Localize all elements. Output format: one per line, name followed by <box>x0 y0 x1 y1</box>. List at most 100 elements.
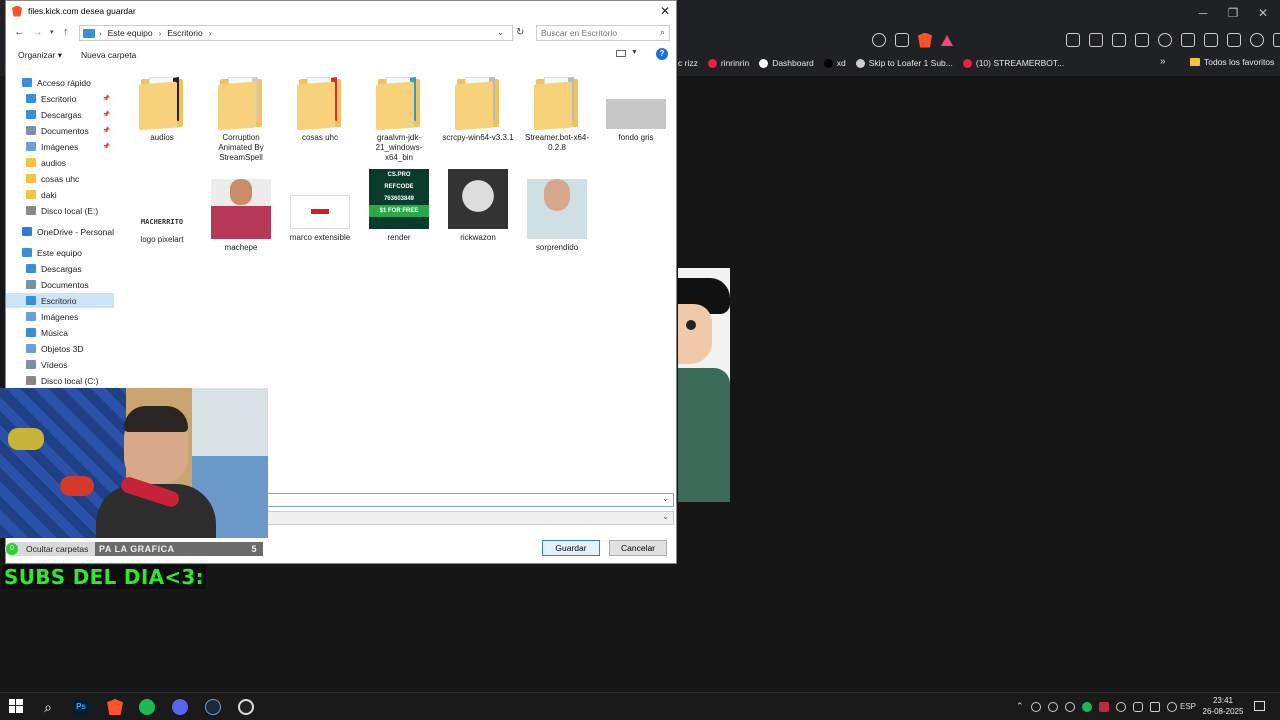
up-arrow-icon[interactable]: ↑ <box>63 26 69 38</box>
volume-icon[interactable] <box>1166 701 1177 712</box>
refresh-icon[interactable]: ↻ <box>516 27 524 38</box>
file-item[interactable]: CS.PRO REFCODE 763603849 $1 FOR FREE render <box>363 169 435 243</box>
network-icon[interactable] <box>1149 701 1160 712</box>
brave-shields-icon[interactable] <box>918 32 932 48</box>
tray-app-icon[interactable] <box>1030 701 1041 712</box>
sidebar-item[interactable]: Imágenes 📌 <box>6 139 114 154</box>
new-folder-button[interactable]: Nueva carpeta <box>81 50 136 60</box>
photoshop-icon[interactable]: Ps <box>73 699 89 715</box>
bookmark-item[interactable]: rinrinrin <box>707 58 749 68</box>
brave-taskbar-icon[interactable] <box>107 699 123 715</box>
sidebar-item[interactable]: Objetos 3D <box>6 341 114 356</box>
bookmark-item[interactable]: xd <box>823 58 846 68</box>
all-favorites-folder[interactable]: Todos los favoritos <box>1190 57 1274 67</box>
folder-item[interactable]: scrcpy-win64-v3.3.1 <box>442 75 514 143</box>
file-item[interactable]: rickwazon <box>442 169 514 243</box>
address-dropdown-icon[interactable]: ⌄ <box>497 28 504 37</box>
bookmark-item[interactable]: Skip to Loafer 1 Sub... <box>855 58 953 68</box>
menu-icon[interactable] <box>1273 33 1280 47</box>
hide-folders-toggle[interactable]: 0 Ocultar carpetas PA LA GRAFICA 5 <box>5 542 263 556</box>
spotify-icon[interactable] <box>139 699 155 715</box>
sidebar-item[interactable]: Descargas 📌 <box>6 107 114 122</box>
sidebar-item[interactable]: cosas uhc <box>6 171 114 186</box>
file-item[interactable]: marco extensible <box>284 169 356 243</box>
folder-item[interactable]: graalvm-jdk-21_windows-x64_bin <box>363 75 435 163</box>
back-arrow-icon[interactable]: ← <box>14 26 25 38</box>
folder-item[interactable]: Corruption Animated By StreamSpell <box>205 75 277 163</box>
breadcrumb-este-equipo[interactable]: Este equipo <box>108 28 153 38</box>
close-icon[interactable]: ✕ <box>660 4 670 18</box>
sidebar-item[interactable]: Escritorio 📌 <box>6 91 114 106</box>
clock[interactable]: 23:41 26-08-2025 <box>1200 695 1246 717</box>
search-taskbar-icon[interactable]: ⌕ <box>40 699 56 715</box>
sidebar-item[interactable]: Música <box>6 325 114 340</box>
bookmark-item[interactable]: Dashboard <box>759 58 814 68</box>
media-controls-icon[interactable] <box>1158 33 1172 47</box>
bookmark-item[interactable]: (10) STREAMERBOT... <box>962 58 1064 68</box>
filename-field[interactable]: ⌄ <box>266 493 674 507</box>
tray-steam-icon[interactable] <box>1064 701 1075 712</box>
tray-app-icon[interactable] <box>1098 701 1109 712</box>
sidebar-item[interactable]: Documentos <box>6 277 114 292</box>
filename-dropdown-icon[interactable]: ⌄ <box>662 494 669 503</box>
sidebar-item[interactable]: Escritorio <box>6 293 114 308</box>
file-item[interactable]: sorprendido <box>521 169 593 253</box>
discord-icon[interactable] <box>172 699 188 715</box>
sidebar-item[interactable]: Documentos 📌 <box>6 123 114 138</box>
vpn-icon[interactable] <box>1250 33 1264 47</box>
sidebar-item[interactable]: Acceso rápido <box>6 75 114 90</box>
extension-p-icon[interactable] <box>1066 33 1080 47</box>
cancel-button[interactable]: Cancelar <box>609 540 667 556</box>
sidebar-item[interactable]: Descargas <box>6 261 114 276</box>
sidebar-item[interactable]: Disco local (C:) <box>6 373 114 388</box>
zoom-icon[interactable] <box>872 33 886 47</box>
tray-app-icon[interactable] <box>1115 701 1126 712</box>
filetype-select[interactable]: ⌄ <box>266 511 674 525</box>
steam-icon[interactable] <box>205 699 221 715</box>
extensions-icon[interactable] <box>1112 33 1126 47</box>
bookmark-item[interactable]: c rizz <box>678 58 698 68</box>
image-extension-icon[interactable] <box>1089 33 1103 47</box>
save-button[interactable]: Guardar <box>542 540 600 556</box>
language-indicator[interactable]: ESP <box>1180 702 1196 711</box>
sidebar-item[interactable]: OneDrive - Personal <box>6 224 114 239</box>
share-icon[interactable] <box>895 33 909 47</box>
sidebar-item[interactable]: Este equipo <box>6 245 114 260</box>
help-icon[interactable]: ? <box>656 48 668 60</box>
folder-item[interactable]: Streamer.bot-x64-0.2.8 <box>521 75 593 153</box>
file-item[interactable]: machepe <box>205 169 277 253</box>
windows-start-icon[interactable] <box>9 699 25 715</box>
recent-dropdown-icon[interactable]: ▾ <box>50 28 54 36</box>
sidebar-item[interactable]: Vídeos <box>6 357 114 372</box>
file-item[interactable]: MACHERRITO logo pixelart <box>126 169 198 245</box>
restore-icon[interactable]: ❐ <box>1218 6 1248 20</box>
wallet-icon[interactable] <box>1204 33 1218 47</box>
folder-item[interactable]: cosas uhc <box>284 75 356 143</box>
address-bar[interactable]: › Este equipo › Escritorio › ⌄ <box>79 25 513 41</box>
brave-rewards-icon[interactable] <box>941 34 953 46</box>
sidebar-item[interactable]: Disco local (E:) <box>6 203 114 218</box>
bookmarks-more-icon[interactable]: » <box>1160 56 1166 67</box>
screenshot-icon[interactable] <box>1135 33 1149 47</box>
view-options-icon[interactable] <box>616 50 626 57</box>
filetype-dropdown-icon[interactable]: ⌄ <box>662 512 669 521</box>
organize-button[interactable]: Organizar ▾ <box>18 50 62 61</box>
microphone-icon[interactable] <box>1132 701 1143 712</box>
chevron-up-icon[interactable]: ⌃ <box>1016 701 1024 712</box>
sidebar-item[interactable]: audios <box>6 155 114 170</box>
leo-ai-icon[interactable] <box>1227 33 1241 47</box>
folder-item[interactable]: audios <box>126 75 198 143</box>
minimize-icon[interactable]: ─ <box>1188 6 1218 20</box>
notifications-icon[interactable] <box>1254 701 1265 711</box>
view-dropdown-icon[interactable]: ▼ <box>631 49 638 56</box>
close-window-icon[interactable]: ✕ <box>1248 6 1278 20</box>
tray-spotify-icon[interactable] <box>1081 701 1092 712</box>
sidebar-item[interactable]: Imágenes <box>6 309 114 324</box>
sidebar-icon[interactable] <box>1181 33 1195 47</box>
search-input[interactable]: Buscar en Escritorio ⌕ <box>536 25 670 41</box>
sidebar-item[interactable]: daki <box>6 187 114 202</box>
tray-app-icon[interactable] <box>1047 701 1058 712</box>
forward-arrow-icon[interactable]: → <box>32 26 43 38</box>
obs-icon[interactable] <box>238 699 254 715</box>
breadcrumb-escritorio[interactable]: Escritorio <box>167 28 202 38</box>
